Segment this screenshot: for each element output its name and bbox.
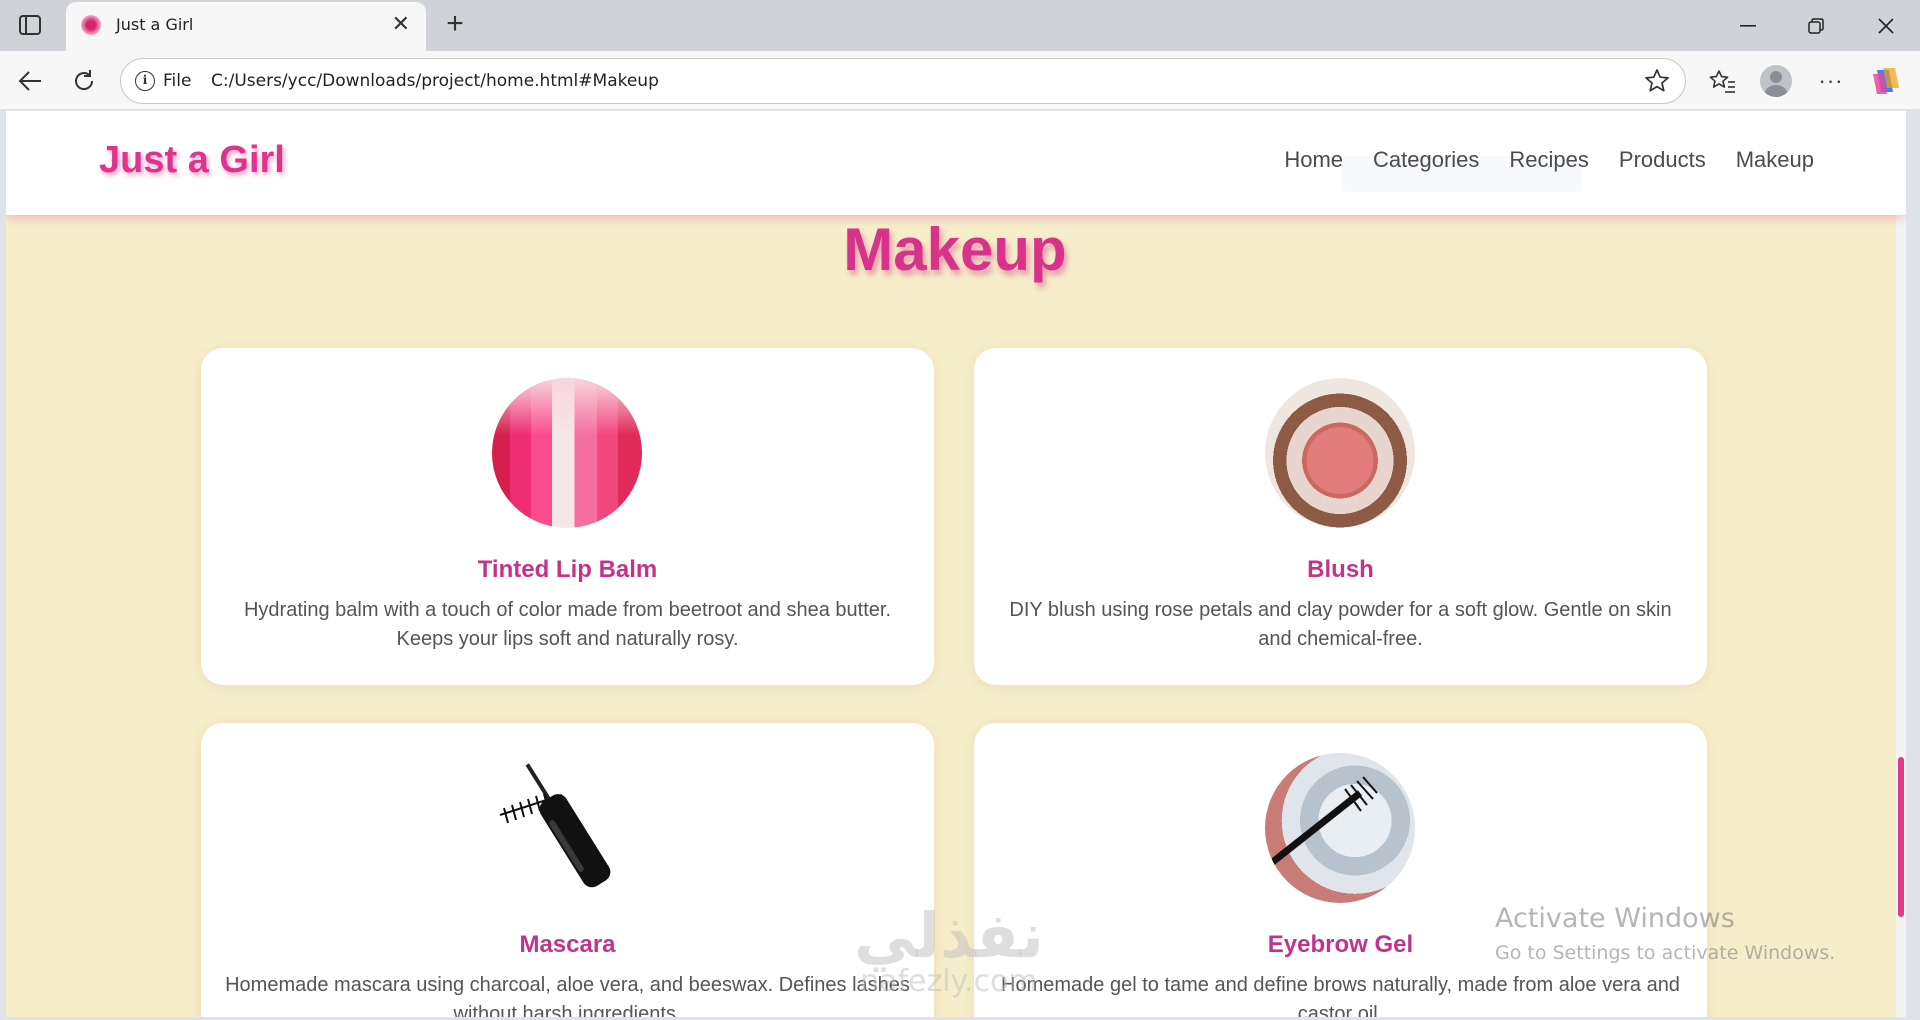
card-description: Homemade gel to tame and define brows na…: [1001, 974, 1680, 1017]
restore-window-button[interactable]: [1782, 0, 1850, 51]
address-url[interactable]: C:/Users/ycc/Downloads/project/home.html…: [211, 71, 659, 91]
watermark-domain: nafezly.com: [860, 964, 1038, 999]
activate-windows-subtitle: Go to Settings to activate Windows.: [1495, 942, 1836, 964]
product-card-eyebrow-gel[interactable]: Eyebrow Gel Homemade gel to tame and def…: [974, 723, 1707, 1017]
copilot-icon[interactable]: [1868, 65, 1902, 97]
section-heading-wrapper: Makeup: [6, 215, 1906, 284]
card-description: Homemade mascara using charcoal, aloe ve…: [225, 974, 910, 1017]
browser-tab-active[interactable]: Just a Girl ✕: [66, 2, 426, 51]
browser-tab-bar: Just a Girl ✕ +: [0, 0, 1920, 51]
nav-link-products[interactable]: Products: [1619, 147, 1706, 173]
site-logo[interactable]: Just a Girl: [99, 139, 285, 182]
card-title: Mascara: [519, 931, 616, 958]
site-header: Just a Girl Home Categories Recipes Prod…: [6, 111, 1906, 215]
tab-title: Just a Girl: [116, 15, 194, 34]
nav-link-home[interactable]: Home: [1284, 147, 1343, 173]
close-window-button[interactable]: [1852, 0, 1920, 51]
nav-link-categories[interactable]: Categories: [1373, 147, 1479, 173]
page-scrollbar[interactable]: [1896, 111, 1906, 1017]
tab-actions-icon[interactable]: [12, 8, 48, 42]
blush-image: [1265, 378, 1415, 528]
close-tab-icon[interactable]: ✕: [392, 13, 410, 35]
activate-windows-title: Activate Windows: [1495, 903, 1735, 934]
browser-toolbar: i File C:/Users/ycc/Downloads/project/ho…: [0, 51, 1920, 110]
product-card-tinted-lip-balm[interactable]: Tinted Lip Balm Hydrating balm with a to…: [201, 348, 934, 685]
product-card-blush[interactable]: Blush DIY blush using rose petals and cl…: [974, 348, 1707, 685]
nav-link-makeup[interactable]: Makeup: [1736, 147, 1814, 173]
brand-watermark: نفذلي nafezly.com: [854, 899, 1044, 999]
scrollbar-thumb[interactable]: [1898, 757, 1904, 917]
section-title: Makeup: [843, 216, 1067, 283]
back-arrow-icon[interactable]: [14, 65, 46, 97]
card-description: Hydrating balm with a touch of color mad…: [243, 599, 892, 650]
address-scheme-label: File: [163, 71, 192, 91]
main-nav: Home Categories Recipes Products Makeup: [1284, 147, 1814, 173]
favorite-star-icon[interactable]: [1643, 67, 1671, 95]
new-tab-button[interactable]: +: [438, 8, 472, 42]
favicon-icon: [81, 15, 101, 35]
card-title: Blush: [1307, 556, 1374, 583]
reload-icon[interactable]: [68, 65, 100, 97]
profile-avatar-icon[interactable]: [1759, 65, 1793, 97]
watermark-arabic: نفذلي: [854, 899, 1044, 972]
card-title: Tinted Lip Balm: [477, 556, 658, 583]
address-bar[interactable]: i File C:/Users/ycc/Downloads/project/ho…: [120, 58, 1686, 104]
card-description: DIY blush using rose petals and clay pow…: [1009, 599, 1672, 650]
activate-windows-notice: Activate Windows Go to Settings to activ…: [1495, 903, 1835, 964]
nav-link-recipes[interactable]: Recipes: [1509, 147, 1588, 173]
eyebrow-gel-image: [1265, 753, 1415, 903]
more-options-icon[interactable]: ···: [1814, 65, 1848, 97]
product-card-mascara[interactable]: Mascara Homemade mascara using charcoal,…: [201, 723, 934, 1017]
mascara-image: [492, 753, 642, 903]
page-viewport: Just a Girl Home Categories Recipes Prod…: [6, 111, 1906, 1017]
minimize-window-button[interactable]: [1714, 0, 1782, 51]
tinted-lip-balm-image: [492, 378, 642, 528]
favorites-list-icon[interactable]: [1705, 65, 1739, 97]
site-info-icon[interactable]: i: [135, 71, 155, 91]
